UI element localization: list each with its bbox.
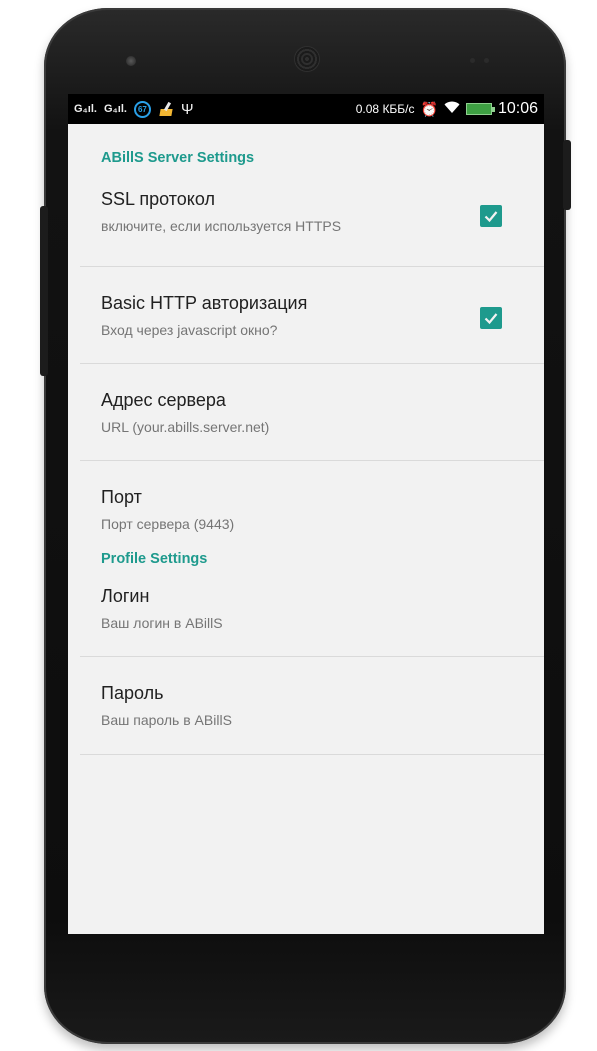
check-icon — [484, 211, 498, 223]
ssl-checkbox[interactable] — [480, 205, 502, 227]
pref-port[interactable]: Порт Порт сервера (9443) — [80, 461, 544, 558]
pref-summary: URL (your.abills.server.net) — [101, 419, 270, 435]
pref-basic-auth[interactable]: Basic HTTP авторизация Вход через javasc… — [80, 267, 544, 364]
wifi-icon — [444, 101, 460, 117]
basic-auth-checkbox[interactable] — [480, 307, 502, 329]
pref-title: Логин — [101, 586, 150, 606]
pref-summary: включите, если используется HTTPS — [101, 218, 342, 234]
status-time: 10:06 — [497, 100, 538, 117]
pref-login[interactable]: Логин Ваш логин в ABillS — [80, 571, 544, 657]
notification-badge-icon: 67 — [133, 100, 151, 118]
status-bar: G₄ıl. G₄ıl. 67 Ψ 0.08 КББ/с ⏰ 10:06 — [68, 94, 544, 124]
signal-sim1-icon: G₄ıl. — [74, 103, 97, 115]
battery-icon — [465, 103, 495, 115]
pref-summary: Ваш пароль в ABillS — [101, 712, 232, 728]
category-server-settings: ABillS Server Settings — [101, 150, 255, 166]
light-sensor — [484, 58, 489, 63]
check-icon — [484, 313, 498, 325]
pref-title: SSL протокол — [101, 189, 215, 209]
screen: G₄ıl. G₄ıl. 67 Ψ 0.08 КББ/с ⏰ 10:06 ABil… — [68, 94, 544, 934]
pref-ssl[interactable]: SSL протокол включите, если используется… — [80, 170, 544, 267]
pref-summary: Вход через javascript окно? — [101, 322, 278, 338]
pref-server-address[interactable]: Адрес сервера URL (your.abills.server.ne… — [80, 364, 544, 461]
proximity-sensor — [470, 58, 475, 63]
power-button[interactable] — [563, 140, 571, 210]
alarm-icon: ⏰ — [420, 100, 438, 117]
front-camera — [126, 56, 136, 66]
pref-title: Адрес сервера — [101, 390, 226, 410]
pref-title: Пароль — [101, 683, 164, 703]
usb-icon: Ψ — [180, 100, 194, 118]
pref-title: Basic HTTP авторизация — [101, 293, 308, 313]
pref-summary: Ваш логин в ABillS — [101, 615, 223, 631]
pref-password[interactable]: Пароль Ваш пароль в ABillS — [80, 657, 544, 755]
network-speed: 0.08 КББ/с — [355, 102, 415, 116]
cleaner-icon — [158, 102, 174, 116]
volume-button[interactable] — [40, 206, 48, 376]
earpiece-speaker — [294, 46, 320, 72]
pref-title: Порт — [101, 487, 142, 507]
pref-summary: Порт сервера (9443) — [101, 516, 235, 532]
signal-sim2-icon: G₄ıl. — [103, 103, 127, 115]
